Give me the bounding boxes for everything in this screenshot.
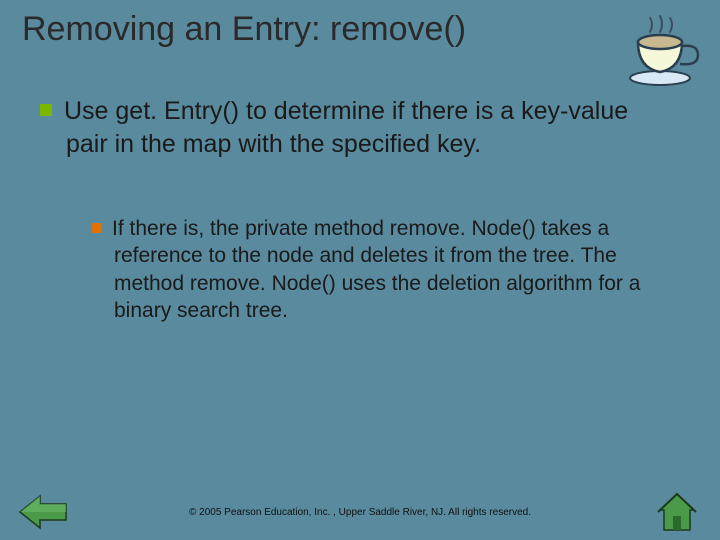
nav-back-button[interactable] — [18, 492, 68, 532]
bullet-square-icon — [92, 223, 102, 233]
bullet-square-icon — [40, 104, 52, 116]
copyright-footer: © 2005 Pearson Education, Inc. , Upper S… — [0, 507, 720, 518]
main-bullet: Use get. Entry() to determine if there i… — [40, 95, 650, 160]
teacup-icon — [624, 10, 702, 90]
sub-bullet-text: If there is, the private method remove. … — [112, 217, 640, 322]
sub-bullet: If there is, the private method remove. … — [92, 215, 652, 324]
page-title: Removing an Entry: remove() — [22, 10, 466, 49]
nav-home-button[interactable] — [652, 490, 702, 532]
main-bullet-text: Use get. Entry() to determine if there i… — [64, 97, 628, 158]
